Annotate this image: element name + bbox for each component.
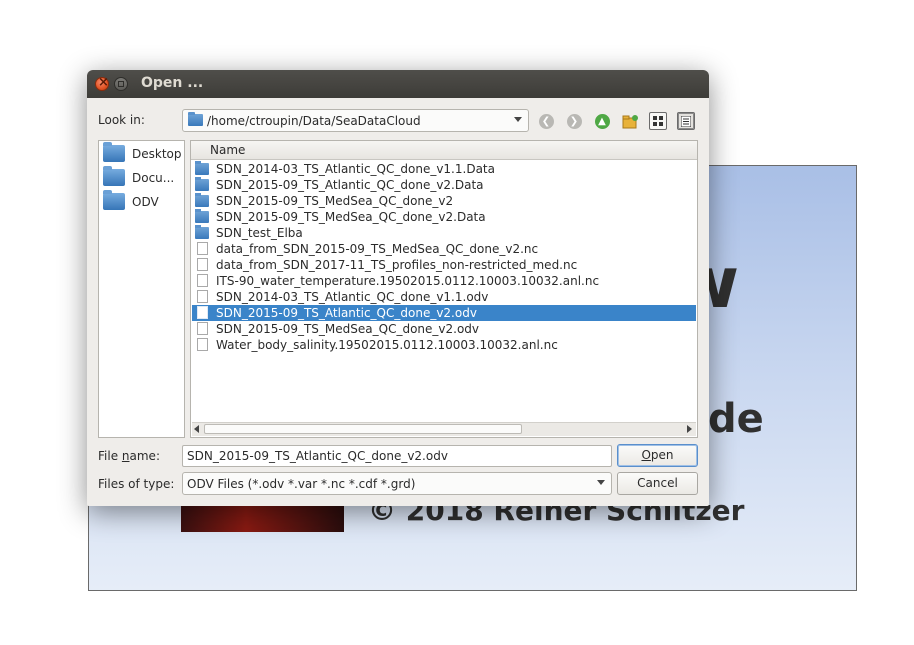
file-list-row[interactable]: SDN_2015-09_TS_MedSea_QC_done_v2.Data bbox=[192, 209, 696, 225]
file-icon bbox=[197, 274, 208, 287]
list-view-icon[interactable] bbox=[649, 112, 667, 130]
file-name: SDN_2015-09_TS_Atlantic_QC_done_v2.odv bbox=[216, 306, 477, 320]
file-list-row[interactable]: SDN_2015-09_TS_MedSea_QC_done_v2.odv bbox=[192, 321, 696, 337]
folder-icon bbox=[195, 225, 209, 239]
file-list-row[interactable]: SDN_test_Elba bbox=[192, 225, 696, 241]
open-file-dialog: Open ... Look in: /home/ctroupin/Data/Se… bbox=[87, 70, 709, 506]
folder-icon bbox=[103, 166, 125, 186]
file-list-row[interactable]: SDN_2015-09_TS_Atlantic_QC_done_v2.odv bbox=[192, 305, 696, 321]
file-icon bbox=[197, 242, 208, 255]
look-in-label: Look in: bbox=[98, 113, 145, 127]
back-icon[interactable]: ❮ bbox=[537, 112, 555, 130]
file-name: SDN_test_Elba bbox=[216, 226, 303, 240]
up-icon[interactable]: ▲ bbox=[593, 112, 611, 130]
folder-icon bbox=[103, 190, 125, 210]
close-icon[interactable] bbox=[95, 75, 109, 91]
folder-icon bbox=[103, 142, 125, 162]
detail-view-icon[interactable] bbox=[677, 112, 695, 130]
file-name: SDN_2014-03_TS_Atlantic_QC_done_v1.1.odv bbox=[216, 290, 489, 304]
file-list-row[interactable]: SDN_2015-09_TS_Atlantic_QC_done_v2.Data bbox=[192, 177, 696, 193]
file-name-input[interactable]: SDN_2015-09_TS_Atlantic_QC_done_v2.odv bbox=[182, 445, 612, 467]
file-list-row[interactable]: ITS-90_water_temperature.19502015.0112.1… bbox=[192, 273, 696, 289]
file-list-row[interactable]: SDN_2014-03_TS_Atlantic_QC_done_v1.1.Dat… bbox=[192, 161, 696, 177]
horizontal-scrollbar[interactable] bbox=[192, 422, 696, 436]
open-button[interactable]: Open bbox=[617, 444, 698, 467]
file-name: Water_body_salinity.19502015.0112.10003.… bbox=[216, 338, 558, 352]
new-folder-icon[interactable] bbox=[621, 112, 639, 130]
file-name-value: SDN_2015-09_TS_Atlantic_QC_done_v2.odv bbox=[187, 449, 448, 463]
file-icon bbox=[197, 258, 208, 271]
folder-icon bbox=[195, 209, 209, 223]
folder-icon bbox=[195, 193, 209, 207]
file-type-value: ODV Files (*.odv *.var *.nc *.cdf *.grd) bbox=[187, 477, 416, 491]
file-type-combobox[interactable]: ODV Files (*.odv *.var *.nc *.cdf *.grd) bbox=[182, 472, 612, 495]
file-type-label: Files of type: bbox=[98, 477, 175, 491]
scrollbar-thumb[interactable] bbox=[204, 424, 522, 434]
file-icon bbox=[197, 306, 208, 319]
splash-subtitle-fragment: de bbox=[708, 396, 764, 442]
file-list-row[interactable]: SDN_2014-03_TS_Atlantic_QC_done_v1.1.odv bbox=[192, 289, 696, 305]
sidebar-item-documents[interactable]: Docu... bbox=[103, 166, 185, 188]
look-in-path: /home/ctroupin/Data/SeaDataCloud bbox=[207, 114, 421, 128]
minimize-icon[interactable] bbox=[114, 77, 128, 91]
folder-icon bbox=[195, 177, 209, 191]
chevron-down-icon bbox=[514, 117, 522, 122]
file-list-row[interactable]: SDN_2015-09_TS_MedSea_QC_done_v2 bbox=[192, 193, 696, 209]
folder-icon bbox=[188, 112, 203, 126]
sidebar-item-label: Desktop bbox=[132, 147, 182, 161]
places-sidebar: Desktop Docu... ODV bbox=[98, 140, 185, 438]
chevron-down-icon bbox=[597, 480, 605, 485]
file-list-row[interactable]: data_from_SDN_2015-09_TS_MedSea_QC_done_… bbox=[192, 241, 696, 257]
dialog-titlebar[interactable]: Open ... bbox=[87, 70, 709, 98]
file-name: ITS-90_water_temperature.19502015.0112.1… bbox=[216, 274, 600, 288]
file-icon bbox=[197, 290, 208, 303]
sidebar-item-label: ODV bbox=[132, 195, 159, 209]
cancel-button[interactable]: Cancel bbox=[617, 472, 698, 495]
file-name: data_from_SDN_2015-09_TS_MedSea_QC_done_… bbox=[216, 242, 539, 256]
sidebar-item-odv[interactable]: ODV bbox=[103, 190, 185, 212]
file-icon bbox=[197, 322, 208, 335]
file-name: SDN_2015-09_TS_Atlantic_QC_done_v2.Data bbox=[216, 178, 484, 192]
scroll-right-icon[interactable] bbox=[687, 425, 692, 433]
dialog-title: Open ... bbox=[141, 75, 204, 91]
file-icon bbox=[197, 338, 208, 351]
column-header-name[interactable]: Name bbox=[191, 141, 697, 160]
file-name: SDN_2015-09_TS_MedSea_QC_done_v2 bbox=[216, 194, 454, 208]
column-header-label: Name bbox=[210, 143, 246, 157]
file-name-label: File name: bbox=[98, 449, 160, 463]
file-name: SDN_2014-03_TS_Atlantic_QC_done_v1.1.Dat… bbox=[216, 162, 495, 176]
file-list-row[interactable]: Water_body_salinity.19502015.0112.10003.… bbox=[192, 337, 696, 353]
look-in-combobox[interactable]: /home/ctroupin/Data/SeaDataCloud bbox=[182, 109, 529, 132]
file-list-row[interactable]: data_from_SDN_2017-11_TS_profiles_non-re… bbox=[192, 257, 696, 273]
sidebar-item-label: Docu... bbox=[132, 171, 175, 185]
file-list[interactable]: Name SDN_2014-03_TS_Atlantic_QC_done_v1.… bbox=[190, 140, 698, 438]
sidebar-item-desktop[interactable]: Desktop bbox=[103, 142, 185, 164]
file-name: SDN_2015-09_TS_MedSea_QC_done_v2.Data bbox=[216, 210, 486, 224]
scroll-left-icon[interactable] bbox=[194, 425, 199, 433]
file-name: data_from_SDN_2017-11_TS_profiles_non-re… bbox=[216, 258, 578, 272]
folder-icon bbox=[195, 161, 209, 175]
file-name: SDN_2015-09_TS_MedSea_QC_done_v2.odv bbox=[216, 322, 480, 336]
forward-icon[interactable]: ❯ bbox=[565, 112, 583, 130]
